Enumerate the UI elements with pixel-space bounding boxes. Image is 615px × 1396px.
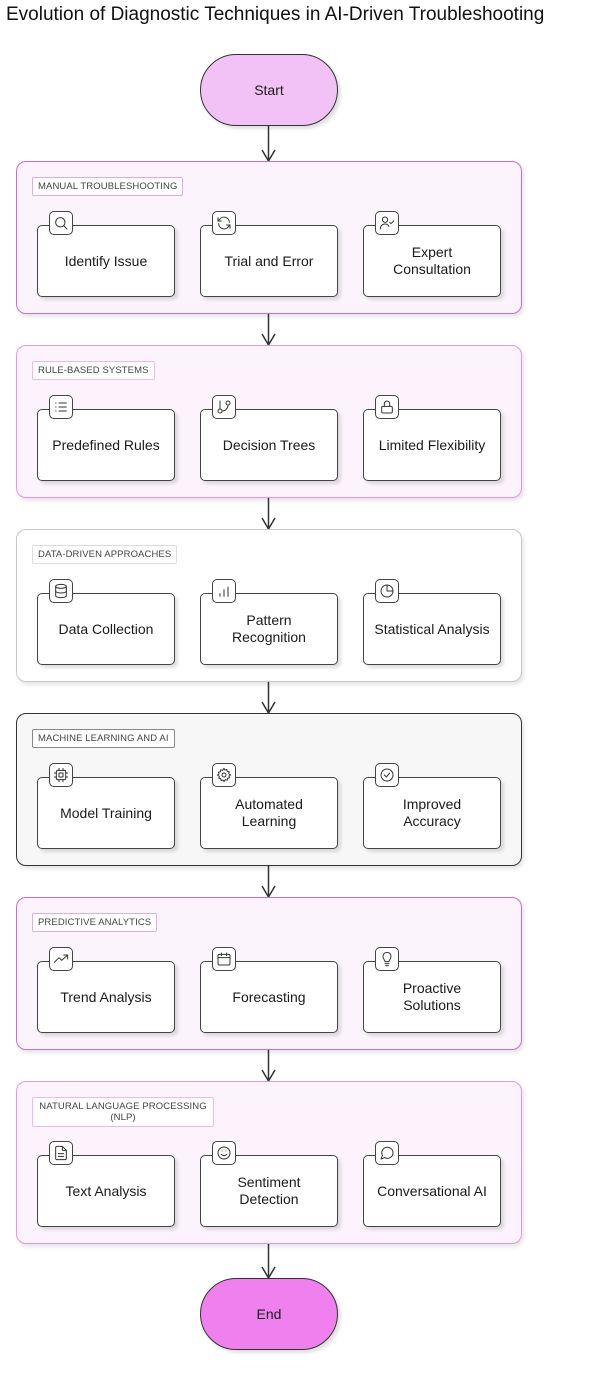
trending-up-icon	[49, 947, 73, 971]
gear-icon	[212, 763, 236, 787]
node-decision-trees[interactable]: Decision Trees	[200, 395, 338, 481]
node-label: Trend Analysis	[60, 988, 152, 1005]
node-label: Proactive Solutions	[402, 980, 462, 1013]
node-label: Predefined Rules	[52, 436, 160, 453]
user-check-icon	[375, 211, 399, 235]
node-label: Pattern Recognition	[232, 612, 306, 645]
connector-nlp-to-end	[261, 1244, 276, 1280]
node-label: Sentiment Detection	[237, 1174, 301, 1207]
node-statistical-analysis[interactable]: Statistical Analysis	[363, 579, 501, 665]
node-label: Trial and Error	[224, 252, 314, 269]
end-label: End	[256, 1306, 282, 1322]
check-circle-icon	[375, 763, 399, 787]
smile-icon	[212, 1141, 236, 1165]
node-label: Statistical Analysis	[374, 620, 490, 637]
bar-chart-icon	[212, 579, 236, 603]
node-improved-accuracy[interactable]: Improved Accuracy	[363, 763, 501, 849]
node-label: Text Analysis	[65, 1182, 147, 1199]
group-rule-based-systems: RULE-BASED SYSTEMS Predefined Rules Deci…	[16, 345, 522, 498]
refresh-icon	[212, 211, 236, 235]
node-label: Identify Issue	[64, 252, 148, 269]
node-sentiment-detection[interactable]: Sentiment Detection	[200, 1141, 338, 1227]
node-limited-flexibility[interactable]: Limited Flexibility	[363, 395, 501, 481]
start-node[interactable]: Start	[200, 54, 338, 126]
node-label: Improved Accuracy	[402, 796, 462, 829]
connector-manual-to-rule	[261, 314, 276, 347]
node-proactive-solutions[interactable]: Proactive Solutions	[363, 947, 501, 1033]
node-model-training[interactable]: Model Training	[37, 763, 175, 849]
group-manual-troubleshooting: MANUAL TROUBLESHOOTING Identify Issue Tr…	[16, 161, 522, 314]
node-identify-issue[interactable]: Identify Issue	[37, 211, 175, 297]
node-predefined-rules[interactable]: Predefined Rules	[37, 395, 175, 481]
group-label: DATA-DRIVEN APPROACHES	[32, 545, 178, 564]
node-label: Data Collection	[58, 620, 154, 637]
node-label: Model Training	[60, 804, 152, 821]
node-label: Decision Trees	[222, 436, 316, 453]
group-label: NATURAL LANGUAGE PROCESSING (NLP)	[32, 1097, 214, 1127]
node-expert-consultation[interactable]: Expert Consultation	[363, 211, 501, 297]
lock-icon	[375, 395, 399, 419]
node-label: Expert Consultation	[393, 244, 471, 277]
group-data-driven-approaches: DATA-DRIVEN APPROACHES Data Collection P…	[16, 529, 522, 682]
node-pattern-recognition[interactable]: Pattern Recognition	[200, 579, 338, 665]
list-icon	[49, 395, 73, 419]
file-text-icon	[49, 1141, 73, 1165]
node-trend-analysis[interactable]: Trend Analysis	[37, 947, 175, 1033]
cpu-icon	[49, 763, 73, 787]
diagram-title: Evolution of Diagnostic Techniques in AI…	[6, 4, 545, 25]
connector-rule-to-data	[261, 498, 276, 531]
group-label: RULE-BASED SYSTEMS	[32, 361, 155, 380]
connector-data-to-ml	[261, 682, 276, 715]
node-text-analysis[interactable]: Text Analysis	[37, 1141, 175, 1227]
end-node[interactable]: End	[200, 1278, 338, 1350]
calendar-icon	[212, 947, 236, 971]
git-branch-icon	[212, 395, 236, 419]
node-label: Forecasting	[232, 988, 306, 1005]
node-forecasting[interactable]: Forecasting	[200, 947, 338, 1033]
search-icon	[49, 211, 73, 235]
node-conversational-ai[interactable]: Conversational AI	[363, 1141, 501, 1227]
node-label: Automated Learning	[235, 796, 303, 829]
group-predictive-analytics: PREDICTIVE ANALYTICS Trend Analysis Fore…	[16, 897, 522, 1050]
connector-start-to-manual	[261, 126, 276, 163]
node-trial-and-error[interactable]: Trial and Error	[200, 211, 338, 297]
database-icon	[49, 579, 73, 603]
pie-chart-icon	[375, 579, 399, 603]
group-machine-learning-and-ai: MACHINE LEARNING AND AI Model Training A…	[16, 713, 522, 866]
message-circle-icon	[375, 1141, 399, 1165]
group-label: MANUAL TROUBLESHOOTING	[32, 177, 184, 196]
lightbulb-icon	[375, 947, 399, 971]
node-automated-learning[interactable]: Automated Learning	[200, 763, 338, 849]
node-label: Conversational AI	[377, 1182, 487, 1199]
group-label: MACHINE LEARNING AND AI	[32, 729, 175, 748]
connector-predictive-to-nlp	[261, 1050, 276, 1083]
connector-ml-to-predictive	[261, 866, 276, 899]
node-label: Limited Flexibility	[378, 436, 486, 453]
group-natural-language-processing: NATURAL LANGUAGE PROCESSING (NLP) Text A…	[16, 1081, 522, 1244]
start-label: Start	[254, 82, 284, 98]
node-data-collection[interactable]: Data Collection	[37, 579, 175, 665]
group-label: PREDICTIVE ANALYTICS	[32, 913, 158, 932]
